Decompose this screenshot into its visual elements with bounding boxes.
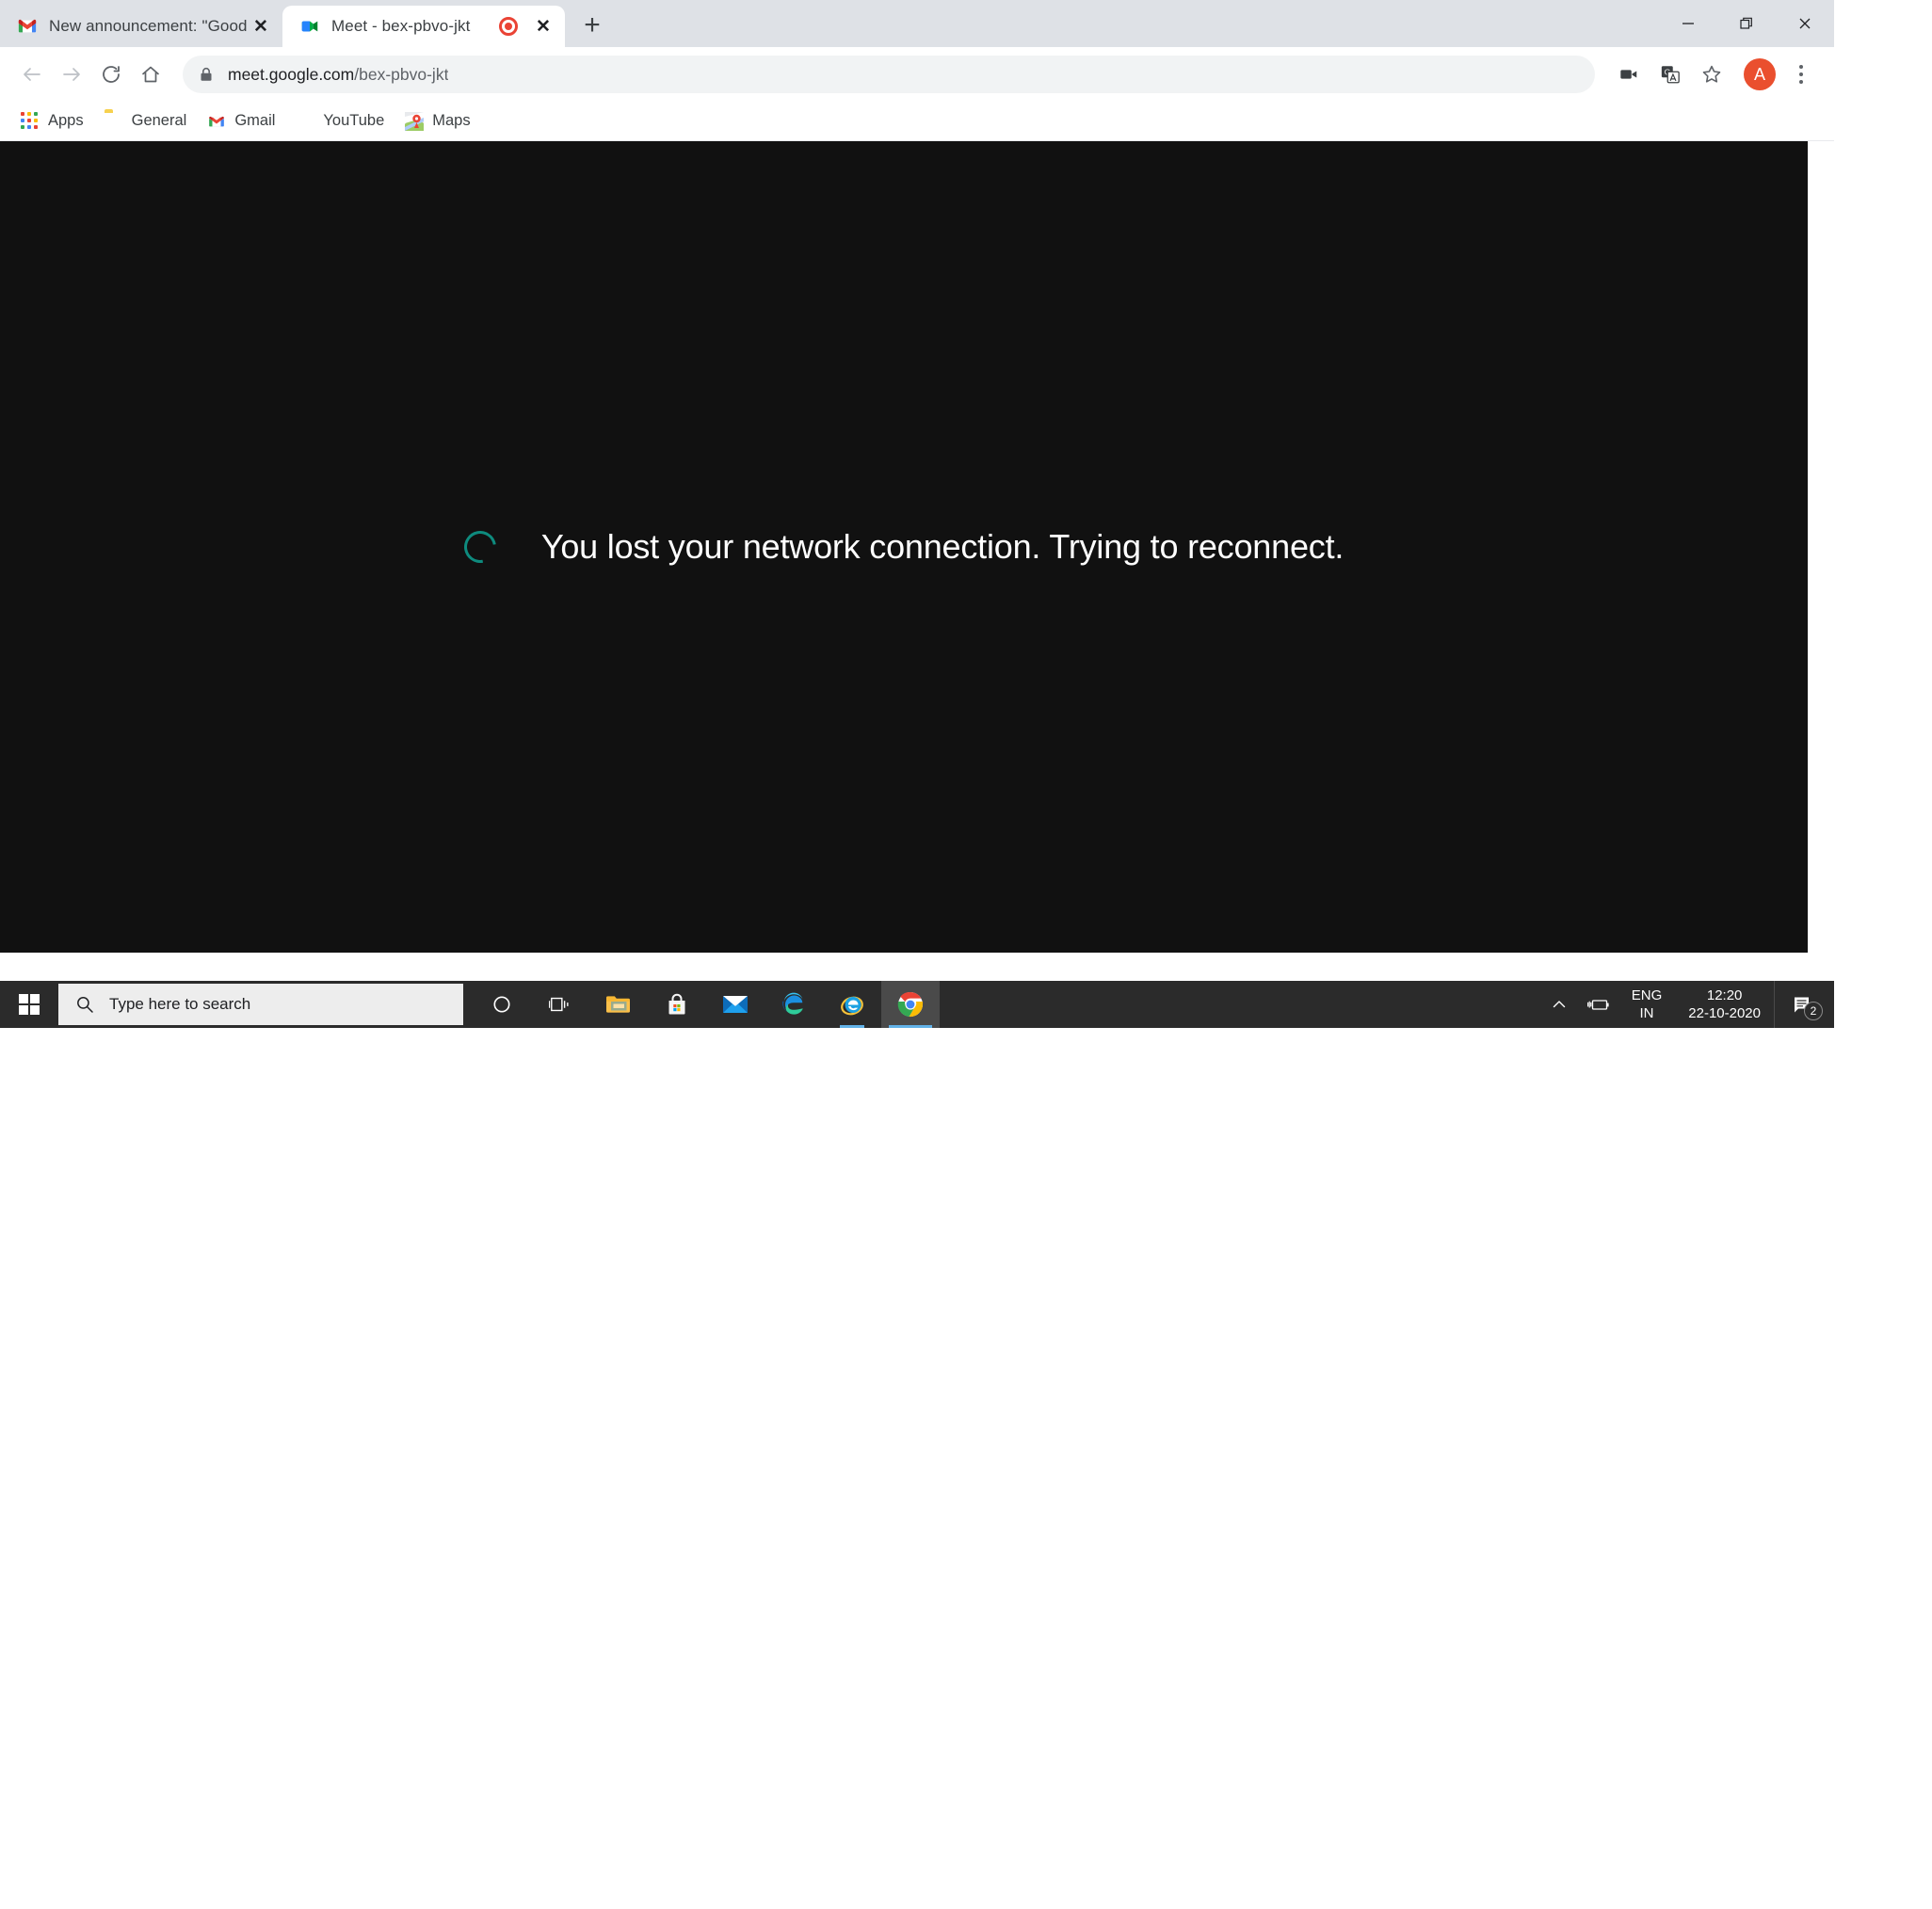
tab-close-button[interactable]: ✕ [249,14,273,39]
clock-date: 22-10-2020 [1688,1005,1761,1021]
toolbar-right-actions: G A [1606,56,1821,93]
star-icon[interactable] [1693,56,1731,93]
language-top: ENG [1631,987,1663,1003]
chevron-up-icon[interactable] [1539,981,1579,1028]
tab-title: New announcement: "Good after [49,17,249,35]
microsoft-store-icon[interactable] [648,981,706,1028]
bookmarks-bar: Apps General Gmail YouTube Maps [0,102,1834,141]
file-explorer-icon[interactable] [589,981,648,1028]
menu-dot [1799,72,1803,76]
bookmark-label: General [131,112,187,129]
tab-google-meet[interactable]: Meet - bex-pbvo-jkt ✕ [282,6,565,47]
google-meet-icon [299,16,320,37]
bookmark-label: Gmail [234,112,276,129]
clock[interactable]: 12:20 22-10-2020 [1675,987,1774,1023]
tab-strip: New announcement: "Good after ✕ Meet - b… [0,0,1834,47]
new-tab-button[interactable]: + [572,6,612,45]
search-placeholder: Type here to search [109,995,251,1013]
bookmark-gmail[interactable]: Gmail [200,108,282,135]
window-controls [1659,0,1834,47]
google-translate-icon[interactable]: G [1651,56,1689,93]
apps-grid-icon [21,111,40,131]
tab-gmail[interactable]: New announcement: "Good after ✕ [0,6,282,47]
windows-logo [19,994,40,1015]
forward-button[interactable] [53,56,90,93]
gmail-icon [207,112,226,131]
site-security-lock-icon[interactable] [198,66,215,83]
search-input[interactable]: Type here to search [58,984,463,1025]
bookmark-label: Apps [48,112,84,129]
chrome-browser-window: New announcement: "Good after ✕ Meet - b… [0,0,1834,1028]
bookmark-youtube[interactable]: YouTube [288,108,392,135]
windows-taskbar: Type here to search ENG IN 12:20 22-10-2… [0,981,1834,1028]
restore-button[interactable] [1717,0,1776,47]
system-tray: ENG IN 12:20 22-10-2020 2 [1539,981,1834,1028]
tab-close-button[interactable]: ✕ [531,14,555,39]
home-button[interactable] [132,56,169,93]
task-view-icon[interactable] [531,981,589,1028]
reconnect-message: You lost your network connection. Trying… [540,527,1344,566]
reconnect-banner: You lost your network connection. Trying… [458,524,1344,569]
mail-icon[interactable] [706,981,765,1028]
meet-page-content: You lost your network connection. Trying… [0,141,1808,953]
notification-count-badge: 2 [1804,1002,1823,1020]
battery-charging-icon[interactable] [1579,981,1618,1028]
windows-start-icon[interactable] [0,981,58,1028]
bookmark-label: YouTube [323,112,385,129]
menu-dot [1799,80,1803,84]
bookmark-apps[interactable]: Apps [13,108,91,135]
video-camera-icon[interactable] [1610,56,1648,93]
tab-recording-indicator-icon[interactable] [499,17,518,36]
reload-button[interactable] [92,56,130,93]
search-icon [75,995,94,1014]
loading-spinner-icon [458,524,503,569]
url-text: meet.google.com/bex-pbvo-jkt [228,65,448,85]
gmail-icon [17,16,38,37]
clock-time: 12:20 [1706,987,1743,1003]
action-center-icon[interactable]: 2 [1774,981,1828,1028]
chrome-menu-icon[interactable] [1785,56,1817,93]
youtube-icon [296,112,314,131]
address-bar[interactable]: meet.google.com/bex-pbvo-jkt [183,56,1595,93]
avatar[interactable]: A [1744,58,1776,90]
microsoft-edge-icon[interactable] [765,981,823,1028]
folder-icon [105,112,123,131]
url-host: meet.google.com [228,64,355,84]
google-maps-icon [405,111,425,131]
close-button[interactable] [1776,0,1834,47]
url-path: /bex-pbvo-jkt [354,64,449,84]
google-chrome-icon[interactable] [881,981,940,1028]
menu-dot [1799,65,1803,69]
back-button[interactable] [13,56,51,93]
internet-explorer-icon[interactable] [823,981,881,1028]
bookmark-maps[interactable]: Maps [397,108,477,135]
cortana-icon[interactable] [473,981,531,1028]
minimize-button[interactable] [1659,0,1717,47]
language-bottom: IN [1639,1005,1654,1021]
language-indicator[interactable]: ENG IN [1618,987,1676,1023]
bookmark-label: Maps [432,112,471,129]
bookmark-general[interactable]: General [97,108,195,135]
tab-title: Meet - bex-pbvo-jkt [331,17,471,35]
browser-toolbar: meet.google.com/bex-pbvo-jkt G A [0,47,1834,102]
